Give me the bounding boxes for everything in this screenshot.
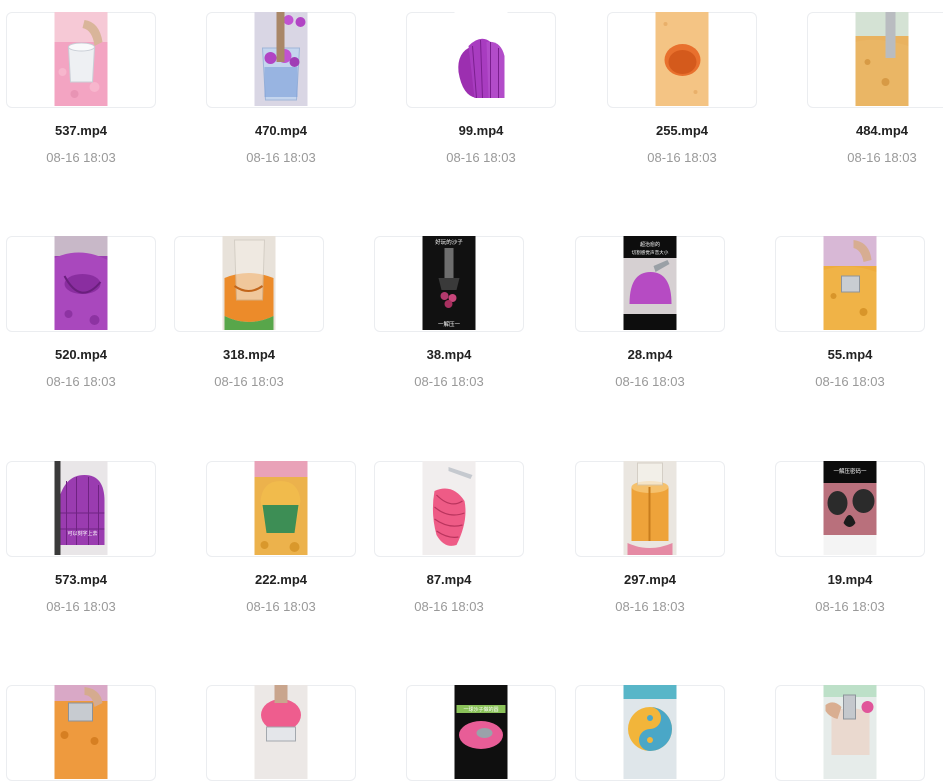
file-date: 08-16 18:03 — [414, 374, 484, 389]
hand-mold-icon — [823, 685, 877, 779]
orange-glass-icon — [222, 236, 276, 330]
orange-green-cake-icon — [254, 461, 308, 555]
file-date: 08-16 18:03 — [647, 150, 717, 165]
sand-hole-icon — [655, 12, 709, 106]
file-date: 08-16 18:03 — [815, 374, 885, 389]
thumbnail-caption: 一解压一 — [438, 320, 461, 328]
dark-press-icon: 好玩的沙子 一解压一 — [422, 236, 476, 330]
file-name[interactable]: 537.mp4 — [6, 123, 156, 138]
file-date: 08-16 18:03 — [246, 599, 316, 614]
file-name[interactable]: 470.mp4 — [206, 123, 356, 138]
file-name[interactable]: 222.mp4 — [206, 572, 356, 587]
file-date: 08-16 18:03 — [246, 150, 316, 165]
pink-slices-icon — [422, 461, 476, 555]
file-date: 08-16 18:03 — [46, 599, 116, 614]
thumbnail-caption: 超治愈的 — [640, 241, 660, 248]
file-date: 08-16 18:03 — [446, 150, 516, 165]
file-name[interactable]: 38.mp4 — [374, 347, 524, 362]
dark-sponge-icon: 一解压密码一 — [823, 461, 877, 555]
orange-cylinder-icon — [623, 461, 677, 555]
glass-purple-balls-icon — [254, 12, 308, 106]
file-name[interactable]: 99.mp4 — [406, 123, 556, 138]
file-date: 08-16 18:03 — [615, 374, 685, 389]
thumbnail-caption: 一球沙子做的圆 — [463, 706, 498, 713]
thumbnail-caption: 一解压密码一 — [833, 467, 867, 475]
file-name[interactable]: 520.mp4 — [6, 347, 156, 362]
purple-cube-icon: 可以刻字上去 — [54, 461, 108, 555]
file-name[interactable]: 297.mp4 — [575, 572, 725, 587]
thumbnail-caption: 切割感觉声音大小 — [632, 249, 669, 256]
orange-sand-press-icon — [823, 236, 877, 330]
file-date: 08-16 18:03 — [46, 150, 116, 165]
pink-sand-cup-icon — [54, 12, 108, 106]
file-name[interactable]: 573.mp4 — [6, 572, 156, 587]
thumbnail-caption: 好玩的沙子 — [435, 238, 463, 246]
purple-slices-icon — [454, 12, 508, 106]
file-name[interactable]: 87.mp4 — [374, 572, 524, 587]
file-date: 08-16 18:03 — [815, 599, 885, 614]
file-name[interactable]: 19.mp4 — [775, 572, 925, 587]
pink-cylinder-icon — [254, 685, 308, 779]
file-date: 08-16 18:03 — [847, 150, 917, 165]
file-date: 08-16 18:03 — [214, 374, 284, 389]
file-date: 08-16 18:03 — [615, 599, 685, 614]
file-date: 08-16 18:03 — [414, 599, 484, 614]
file-name[interactable]: 484.mp4 — [807, 123, 943, 138]
purple-dome-knife-icon: 超治愈的 切割感觉声音大小 — [623, 236, 677, 330]
file-name[interactable]: 55.mp4 — [775, 347, 925, 362]
file-name[interactable]: 28.mp4 — [575, 347, 725, 362]
file-date: 08-16 18:03 — [46, 374, 116, 389]
thumbnail-caption: 可以刻字上去 — [67, 530, 97, 537]
purple-mound-icon — [54, 236, 108, 330]
file-name[interactable]: 255.mp4 — [607, 123, 757, 138]
dark-pink-scoop-icon: 一球沙子做的圆 — [454, 685, 508, 779]
orange-sand-tube-icon — [855, 12, 909, 106]
file-name[interactable]: 318.mp4 — [174, 347, 324, 362]
yin-yang-icon — [623, 685, 677, 779]
orange-sand-mold-icon — [54, 685, 108, 779]
